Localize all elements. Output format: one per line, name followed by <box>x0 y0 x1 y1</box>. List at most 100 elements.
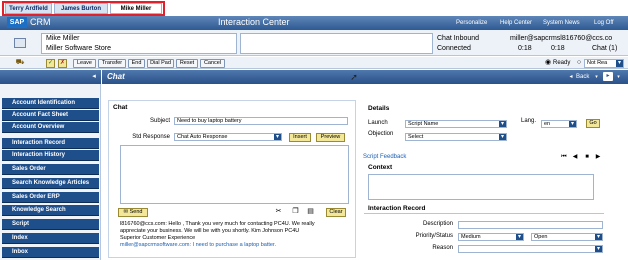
dial-pad-button[interactable]: Dial Pad <box>147 59 174 68</box>
context-box <box>368 174 594 200</box>
sidebar-item-account-overview[interactable]: Account Overview <box>2 122 99 133</box>
forward-icon[interactable]: ▸ <box>603 72 613 81</box>
transcript-line: miller@sapcrmsoftware.com: I need to pur… <box>120 242 276 249</box>
sidebar-item-inbox[interactable]: Inbox <box>2 247 99 258</box>
reason-select[interactable] <box>458 245 603 253</box>
send-button[interactable]: ✉ Send <box>118 208 148 217</box>
personalize-link[interactable]: Personalize <box>456 19 487 27</box>
customer-name: Mike Miller <box>46 35 80 42</box>
transcript-line: l816760@ccs.com: Hello , Thank you very … <box>120 221 315 227</box>
copy-icon[interactable]: ❐ <box>291 208 300 217</box>
objection-select[interactable]: Select <box>405 133 507 141</box>
sap-logo: SAP <box>7 17 27 28</box>
next-icon[interactable]: ▶ <box>594 153 602 161</box>
language-label: Lang. <box>521 118 537 124</box>
product-name: CRM <box>30 17 51 27</box>
description-label: Description <box>422 221 453 227</box>
std-response-label: Std Response <box>132 134 170 140</box>
scissors-icon[interactable]: ✂ <box>274 208 283 217</box>
mouse-cursor-icon: ➚ <box>350 72 358 82</box>
stop-icon[interactable]: ■ <box>583 153 591 161</box>
description-input[interactable] <box>458 221 603 229</box>
cancel-button[interactable]: Cancel <box>200 59 225 68</box>
previous-icon[interactable]: ◀ <box>571 153 579 161</box>
preview-button[interactable]: Preview <box>316 133 345 142</box>
send-label: Send <box>129 209 143 215</box>
context-section-title: Context <box>368 164 393 171</box>
language-select[interactable]: en <box>541 120 577 128</box>
accept-icon[interactable]: ✓ <box>46 59 55 68</box>
chat-section-title: Chat <box>113 104 128 111</box>
customer-company: Miller Software Store <box>46 45 111 52</box>
not-ready-radio-icon[interactable]: ○ <box>575 59 583 67</box>
back-arrow-icon[interactable]: ◂ <box>567 73 575 81</box>
leave-button[interactable]: Leave <box>73 59 96 68</box>
sidebar-item-knowledge-search[interactable]: Knowledge Search <box>2 205 99 216</box>
section-divider <box>364 213 604 214</box>
details-section-title: Details <box>368 105 390 112</box>
paste-icon[interactable]: ▤ <box>306 208 315 217</box>
interaction-record-title: Interaction Record <box>368 205 426 212</box>
transcript-line: appreciate your business. We will be wit… <box>120 228 300 234</box>
launch-label: Launch <box>368 120 388 126</box>
account-card-icon[interactable] <box>14 38 26 48</box>
reject-icon[interactable]: ✗ <box>58 59 67 68</box>
history-dropdown-icon[interactable]: ▾ <box>593 73 600 81</box>
channel-label: Chat Inbound <box>437 35 480 42</box>
subject-input[interactable]: Need to buy laptop battery <box>174 117 348 125</box>
view-title: Chat <box>107 72 125 81</box>
log-off-link[interactable]: Log Off <box>594 19 614 27</box>
transcript-message: I need to purchase a laptop batter. <box>190 242 277 248</box>
sidebar-item-sales-order-erp[interactable]: Sales Order ERP <box>2 192 99 203</box>
tab-mike-miller[interactable]: Mike Miller <box>110 3 162 14</box>
go-button[interactable]: Go <box>586 119 600 128</box>
transcript-line: Superior Customer Experience <box>120 235 196 241</box>
sidebar-item-search-knowledge-articles[interactable]: Search Knowledge Articles <box>2 178 99 189</box>
ready-label: Ready <box>553 60 571 66</box>
timer-2: 0:18 <box>551 45 565 52</box>
clear-button[interactable]: Clear <box>326 208 346 217</box>
reason-label: Reason <box>432 245 453 251</box>
timer-1: 0:18 <box>518 45 532 52</box>
ready-radio-icon[interactable]: ◉ <box>544 59 552 67</box>
sidebar-item-script[interactable]: Script <box>2 219 99 230</box>
std-response-select[interactable]: Chat Auto Response <box>174 133 282 141</box>
sidebar-item-account-identification[interactable]: Account Identification <box>2 98 99 109</box>
objection-label: Objection <box>368 131 394 137</box>
sidebar-item-account-fact-sheet[interactable]: Account Fact Sheet <box>2 110 99 121</box>
forward-dropdown-icon[interactable]: ▾ <box>615 73 622 81</box>
priority-select[interactable]: Medium <box>458 233 524 241</box>
help-center-link[interactable]: Help Center <box>500 19 532 27</box>
send-icon: ✉ <box>123 209 129 215</box>
script-feedback-link[interactable]: Script Feedback <box>363 153 406 161</box>
sidebar-item-interaction-record[interactable]: Interaction Record <box>2 138 99 149</box>
not-ready-select[interactable]: Not Rea <box>584 59 624 68</box>
tab-terry-ardfield[interactable]: Terry Ardfield <box>5 3 52 14</box>
notes-box <box>240 33 433 54</box>
page-title: Interaction Center <box>218 17 290 27</box>
chat-message-input[interactable] <box>120 145 349 204</box>
collapse-sidebar-icon[interactable]: ◂ <box>90 73 98 81</box>
sidebar-item-index[interactable]: Index <box>2 233 99 244</box>
sidebar-item-sales-order[interactable]: Sales Order <box>2 164 99 175</box>
priority-status-label: Priority/Status <box>415 233 453 239</box>
tab-james-burton[interactable]: James Burton <box>54 3 108 14</box>
sidebar-item-interaction-history[interactable]: Interaction History <box>2 150 99 161</box>
transcript-sender: miller@sapcrmsoftware.com: <box>120 242 191 248</box>
app-header <box>0 16 628 30</box>
transfer-button[interactable]: Transfer <box>98 59 126 68</box>
first-icon[interactable]: ⏮ <box>560 153 568 161</box>
sidebar-header <box>0 70 101 84</box>
end-button[interactable]: End <box>128 59 145 68</box>
reset-button[interactable]: Reset <box>176 59 198 68</box>
back-button[interactable]: Back <box>576 73 589 81</box>
queue-count: Chat (1) <box>592 45 618 52</box>
insert-button[interactable]: Insert <box>289 133 311 142</box>
car-icon[interactable]: ⛟ <box>14 59 26 67</box>
launch-select[interactable]: Script Name <box>405 120 507 128</box>
system-news-link[interactable]: System News <box>543 19 580 27</box>
view-header-bar <box>102 70 628 84</box>
subject-label: Subject <box>149 118 170 124</box>
customer-address: miller@sapcrmsl816760@ccs.co <box>510 35 613 42</box>
status-select[interactable]: Open <box>531 233 603 241</box>
